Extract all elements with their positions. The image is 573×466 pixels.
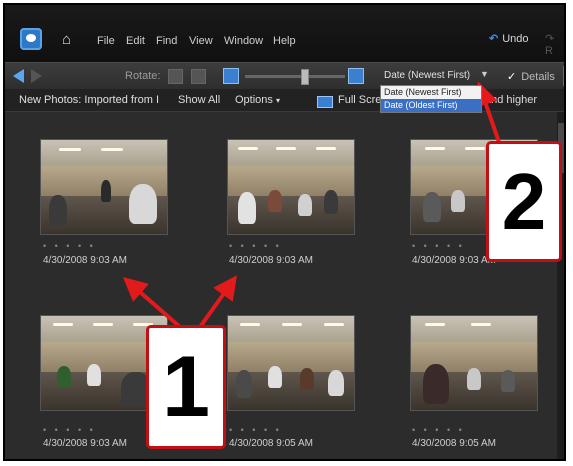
sort-order-dropdown: Date (Newest First) Date (Oldest First) bbox=[380, 85, 482, 113]
callout-1: 1 bbox=[146, 325, 226, 449]
callout-2-arrow bbox=[474, 81, 502, 146]
callout-1-arrow-right bbox=[198, 275, 237, 329]
sort-option-newest[interactable]: Date (Newest First) bbox=[381, 86, 481, 99]
annotation-arrows bbox=[122, 81, 502, 329]
sort-option-oldest[interactable]: Date (Oldest First) bbox=[381, 99, 481, 112]
callout-2: 2 bbox=[486, 141, 562, 262]
screenshot-frame: ⌂ File Edit Find View Window Help ↶ Undo … bbox=[3, 3, 566, 461]
callout-1-arrow-left bbox=[122, 277, 182, 329]
